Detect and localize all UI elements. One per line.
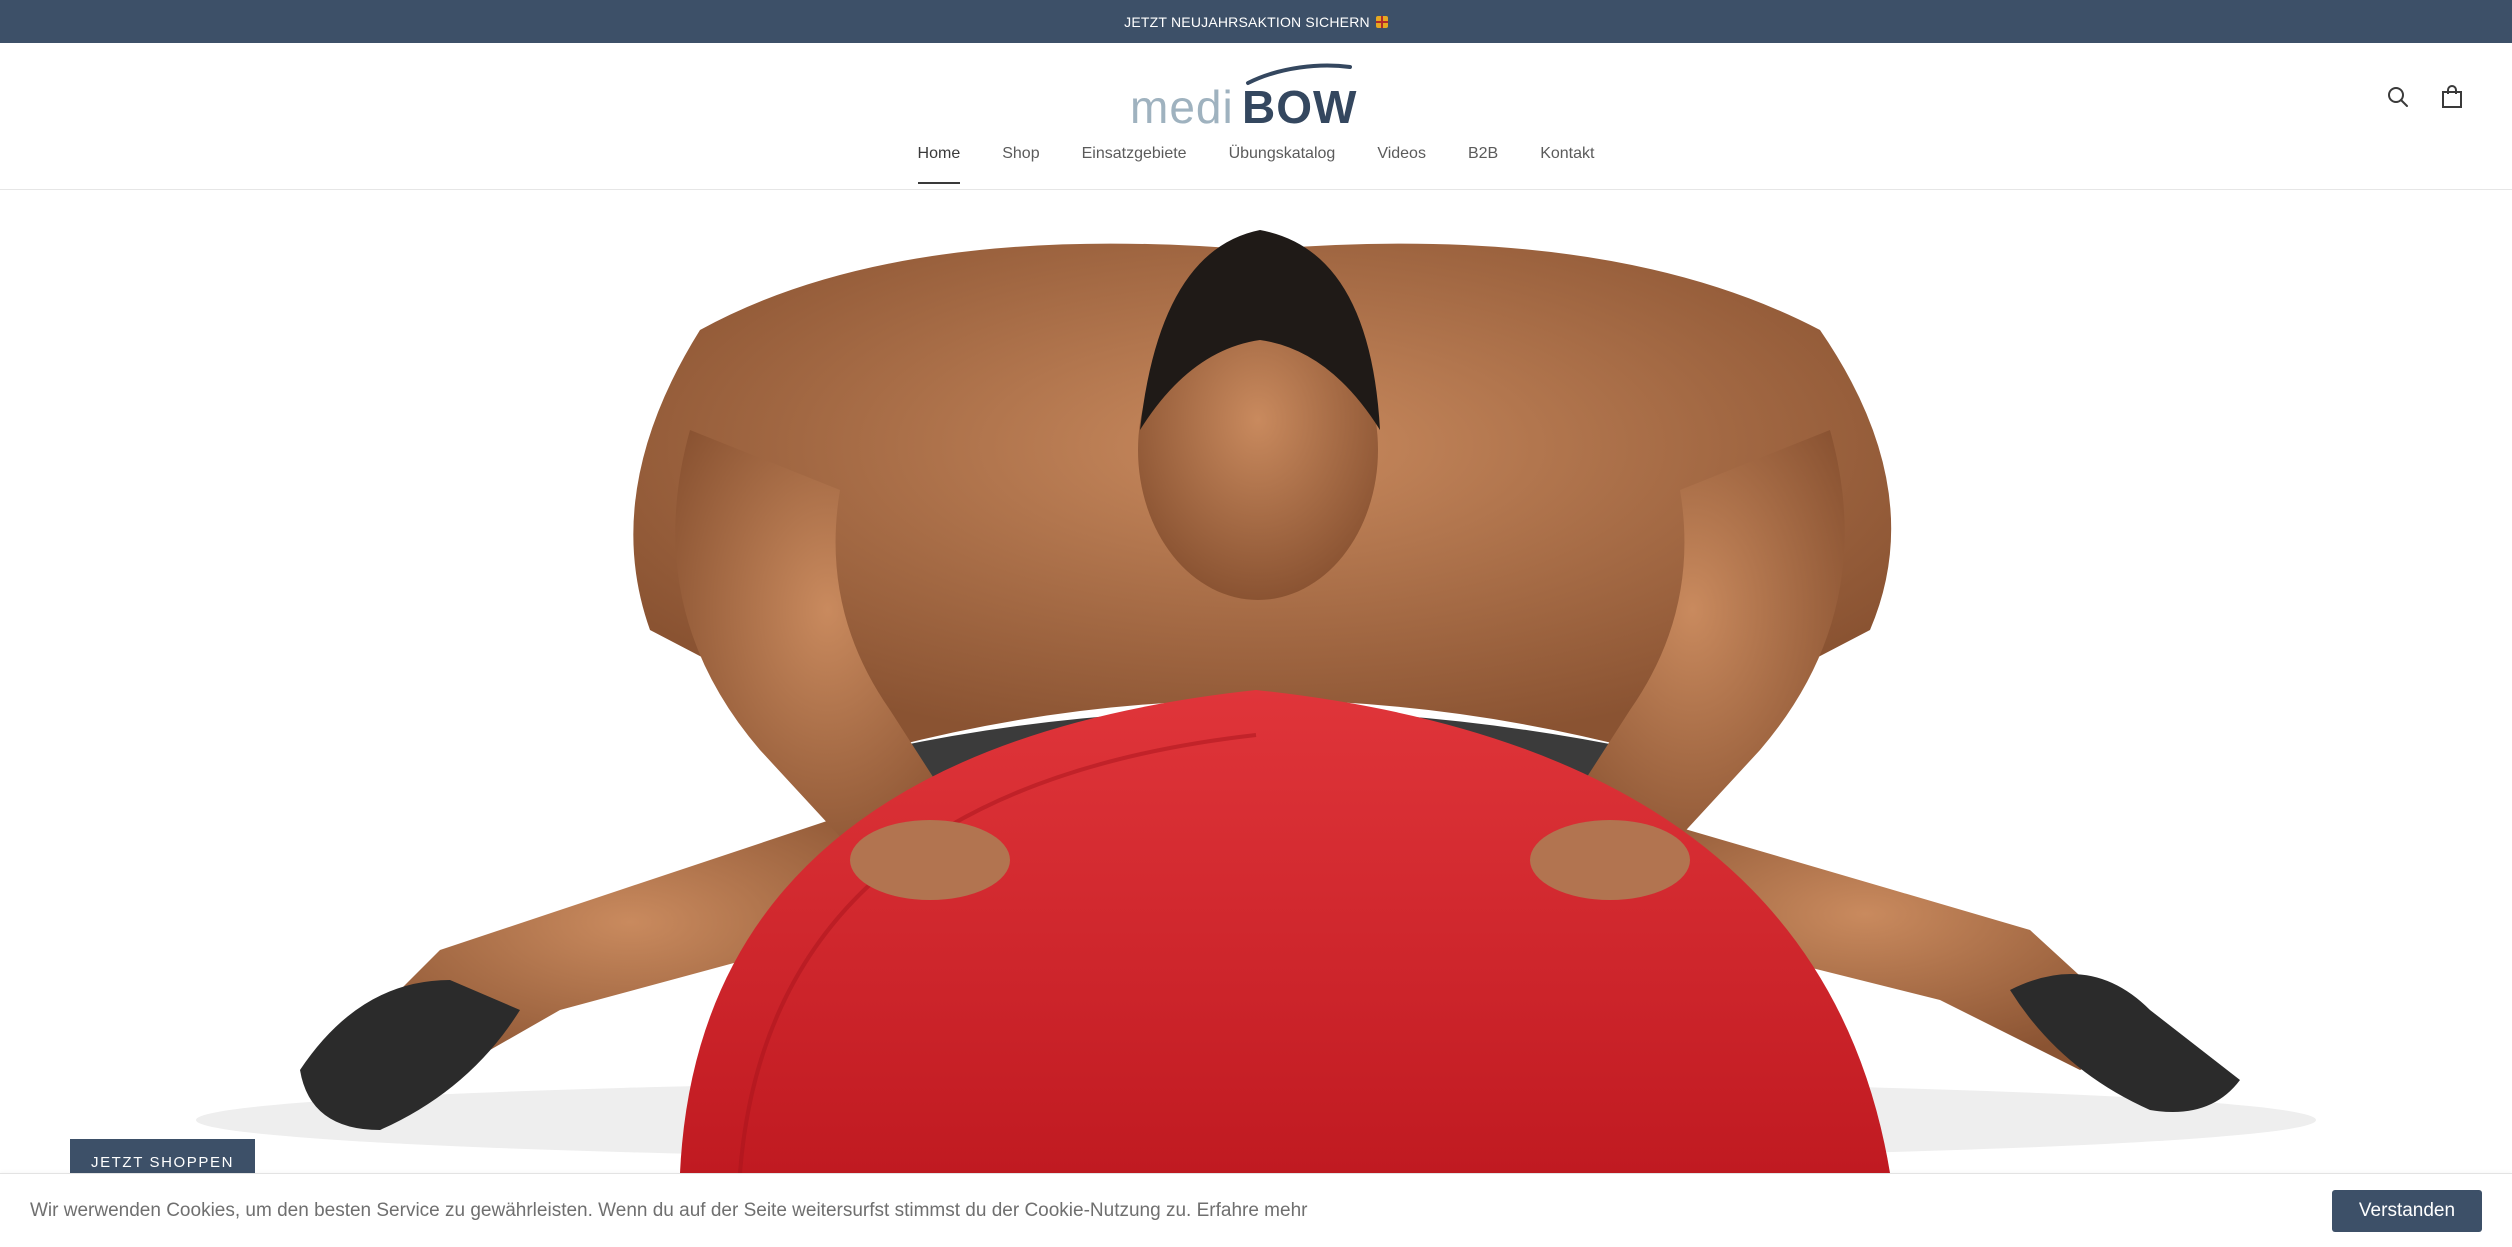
logo-light-text: medi	[1130, 81, 1234, 131]
search-icon[interactable]	[2384, 83, 2412, 111]
nav-item-b2b[interactable]: B2B	[1468, 145, 1498, 184]
shopping-bag-icon[interactable]	[2438, 83, 2466, 111]
main-navigation: Home Shop Einsatzgebiete Übungskatalog V…	[0, 145, 2512, 184]
nav-item-uebungskatalog[interactable]: Übungskatalog	[1229, 145, 1336, 184]
gift-icon	[1375, 15, 1388, 28]
hero-banner	[0, 190, 2512, 1173]
nav-item-einsatzgebiete[interactable]: Einsatzgebiete	[1082, 145, 1187, 184]
cookie-learn-more-link[interactable]: Erfahre mehr	[1197, 1200, 1308, 1221]
cookie-message: Wir werwenden Cookies, um den besten Ser…	[30, 1200, 1307, 1222]
announcement-text[interactable]: JETZT NEUJAHRSAKTION SICHERN	[1124, 14, 1370, 30]
cookie-banner: Wir werwenden Cookies, um den besten Ser…	[0, 1173, 2512, 1247]
site-logo[interactable]: medi BOW	[1130, 61, 1380, 133]
announcement-bar[interactable]: JETZT NEUJAHRSAKTION SICHERN	[0, 0, 2512, 43]
hero-image	[196, 230, 2316, 1173]
nav-item-home[interactable]: Home	[917, 145, 960, 184]
nav-item-kontakt[interactable]: Kontakt	[1540, 145, 1594, 184]
cookie-accept-button[interactable]: Verstanden	[2332, 1190, 2482, 1232]
nav-item-shop[interactable]: Shop	[1002, 145, 1039, 184]
logo-dark-text: BOW	[1242, 81, 1357, 131]
cookie-text: Wir werwenden Cookies, um den besten Ser…	[30, 1200, 1192, 1221]
site-header: medi BOW Home Shop Einsatzgebiete Übungs…	[0, 43, 2512, 190]
nav-item-videos[interactable]: Videos	[1377, 145, 1426, 184]
